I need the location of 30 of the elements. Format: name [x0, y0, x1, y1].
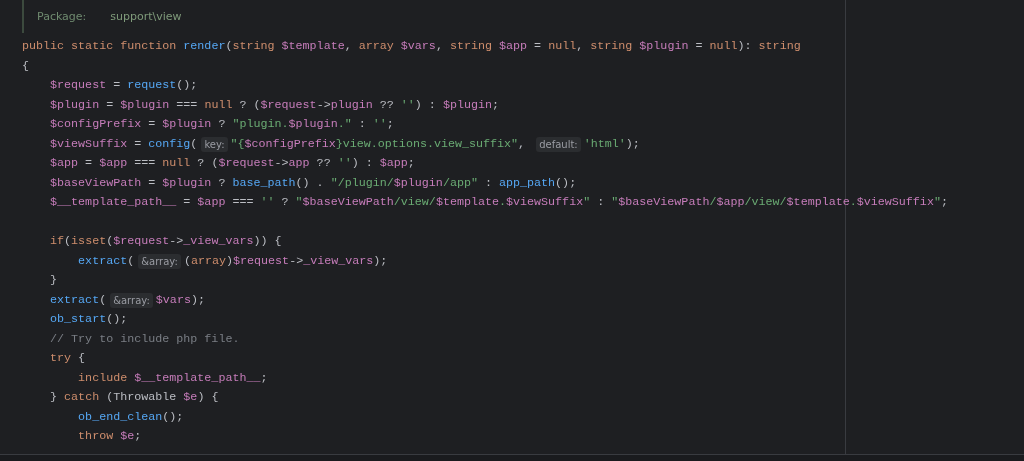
code-text: extract(	[77, 252, 135, 270]
code-text: $vars);	[155, 291, 205, 309]
code-text: try {	[49, 350, 86, 367]
code-text: // Try to include php file.	[49, 330, 240, 348]
code-text: $request = request();	[49, 77, 198, 94]
parameter-hint: default:	[536, 136, 581, 152]
code-text: if(isset($request->_view_vars)) {	[49, 233, 282, 250]
code-text: "{$configPrefix}view.options.view_suffix",	[230, 135, 527, 153]
parameter-hint: &array:	[138, 253, 181, 269]
code-text: ob_start();	[49, 311, 128, 328]
code-text: } catch (Throwable $e) {	[49, 389, 219, 406]
code-text: $__template_path__ = $app === '' ? "$baseViewPath/view/$template.$viewSuffix" : "$baseViewPath/$app/view/$template.$viewSuffix";	[49, 194, 948, 211]
code-text: throw $e;	[77, 428, 142, 445]
code-text: $viewSuffix = config(	[49, 135, 198, 153]
code-text: ob_end_clean();	[77, 408, 184, 426]
code-text: 'html');	[583, 135, 640, 153]
code-text: (array)$request->_view_vars);	[183, 252, 388, 270]
parameter-hint: key:	[201, 136, 228, 152]
code-text: $configPrefix = $plugin ? "plugin.$plugin." : '';	[49, 116, 394, 133]
code-text: }	[49, 272, 58, 289]
doc-label: Package:	[37, 10, 87, 23]
code-text: extract(	[49, 291, 107, 309]
code-text: include $__template_path__;	[77, 369, 268, 387]
parameter-hint: &array:	[110, 292, 153, 308]
code-text: $app = $app === null ? ($request->app ?? '') : $app;	[49, 155, 415, 172]
code-text: $baseViewPath = $plugin ? base_path() . "/plugin/$plugin/app" : app_path();	[49, 174, 577, 192]
code-text: $plugin = $plugin === null ? ($request->plugin ?? '') : $plugin;	[49, 96, 500, 114]
doc-value: support\view	[110, 10, 182, 23]
code-text: public static function render(string $template, array $vars, string $app = null, string $plugin = null): string	[22, 38, 801, 55]
code-text: {	[22, 57, 29, 75]
